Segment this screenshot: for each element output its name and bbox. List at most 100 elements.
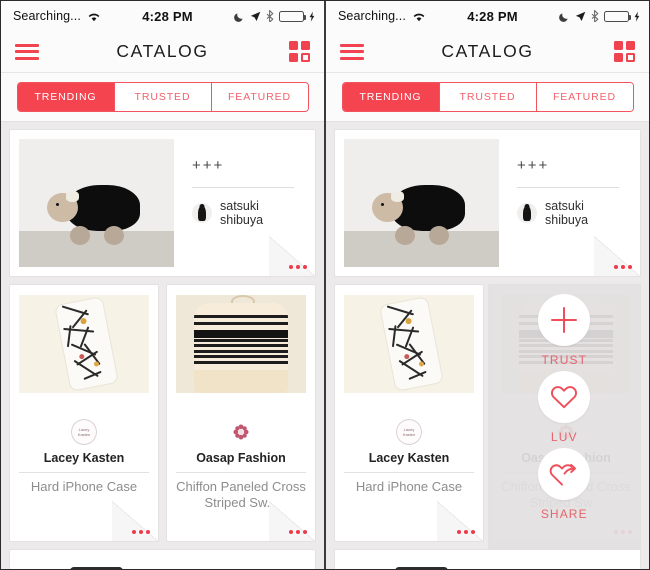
hero-user[interactable]: satsuki shibuya: [517, 199, 619, 227]
card-corner-fold: [437, 501, 483, 541]
battery-icon: [604, 10, 631, 22]
peek-card[interactable]: This beautiful: [9, 549, 316, 569]
product-card-oasap[interactable]: Oasap Fashion Chiffon Paneled Cross Stri…: [166, 284, 316, 542]
product-brand: Lacey Kasten: [368, 451, 450, 465]
action-overlay[interactable]: TRUST LUV SHARE: [487, 284, 641, 549]
hero-tags: +++: [192, 157, 225, 174]
share-button[interactable]: [538, 448, 591, 500]
flower-icon: [233, 424, 249, 440]
product-row: Lacey Kasten Lacey Kasten Hard iPhone Cas…: [334, 284, 641, 549]
lacey-kasten-logo: Lacey Kasten: [396, 419, 422, 445]
divider: [517, 187, 619, 188]
product-title: Chiffon Paneled Cross Striped Sw...: [176, 479, 306, 510]
nav-bar: CATALOG: [1, 31, 324, 73]
more-dots-icon[interactable]: [289, 265, 307, 269]
hero-user[interactable]: satsuki shibuya: [192, 199, 294, 227]
peek-card[interactable]: This beautiful: [334, 549, 641, 569]
hero-photo[interactable]: [19, 139, 174, 267]
hero-user-name: satsuki shibuya: [545, 199, 589, 227]
grid-view-icon[interactable]: [614, 41, 635, 62]
wifi-icon: [412, 11, 426, 22]
trust-button[interactable]: [538, 294, 591, 346]
tab-trusted[interactable]: TRUSTED: [114, 83, 212, 111]
nav-right: [589, 41, 635, 62]
phone-screen-left: Searching... 4:28 PM CATALOG TRENDING TR…: [1, 1, 325, 569]
clock-label: 4:28 PM: [142, 8, 193, 24]
bluetooth-icon: [591, 10, 599, 22]
tab-trusted[interactable]: TRUSTED: [439, 83, 537, 111]
segmented-control: TRENDING TRUSTED FEATURED: [341, 82, 634, 112]
avatar: [517, 203, 537, 223]
charging-bolt-icon: [309, 11, 315, 22]
status-bar: Searching... 4:28 PM: [1, 1, 324, 31]
product-row: Lacey Kasten Lacey Kasten Hard iPhone Cas…: [9, 284, 316, 549]
battery-icon: [279, 10, 306, 22]
tab-trending[interactable]: TRENDING: [342, 83, 440, 111]
hamburger-menu-icon[interactable]: [15, 43, 39, 60]
tab-trending[interactable]: TRENDING: [17, 83, 115, 111]
more-dots-icon[interactable]: [289, 530, 307, 534]
hero-card[interactable]: +++ satsuki shibuya: [9, 129, 316, 277]
card-corner-fold: [112, 501, 158, 541]
product-brand: Lacey Kasten: [43, 451, 125, 465]
peek-text: This beautiful: [174, 559, 306, 569]
hamburger-menu-icon[interactable]: [340, 43, 364, 60]
hero-user-name: satsuki shibuya: [220, 199, 264, 227]
location-arrow-icon: [250, 11, 261, 22]
dual-screenshot-stage: Searching... 4:28 PM CATALOG TRENDING TR…: [0, 0, 650, 570]
product-photo[interactable]: [344, 295, 474, 393]
product-photo[interactable]: [19, 295, 149, 393]
product-card-lacey[interactable]: Lacey Kasten Lacey Kasten Hard iPhone Cas…: [9, 284, 159, 542]
nav-bar: CATALOG: [326, 31, 649, 73]
grid-view-icon[interactable]: [289, 41, 310, 62]
segmented-control: TRENDING TRUSTED FEATURED: [16, 82, 309, 112]
luv-button[interactable]: [538, 371, 591, 423]
plus-icon: [551, 307, 578, 333]
luv-label: LUV: [550, 430, 578, 444]
status-bar-right: [518, 10, 640, 22]
moon-icon: [234, 11, 245, 22]
hero-tags: +++: [517, 157, 550, 174]
wifi-icon: [87, 11, 101, 22]
hero-meta: +++ satsuki shibuya: [174, 139, 306, 267]
peek-photo[interactable]: [344, 559, 499, 569]
page-title: CATALOG: [441, 41, 534, 61]
product-title: Hard iPhone Case: [355, 479, 463, 494]
status-bar: Searching... 4:28 PM: [326, 1, 649, 31]
product-photo[interactable]: [176, 295, 306, 393]
trust-label: TRUST: [541, 353, 587, 367]
tab-featured[interactable]: FEATURED: [211, 83, 308, 111]
tab-bar: TRENDING TRUSTED FEATURED: [1, 73, 324, 122]
status-bar-left: Searching...: [338, 9, 467, 23]
carrier-label: Searching...: [13, 9, 81, 23]
charging-bolt-icon: [634, 11, 640, 22]
product-brand: Oasap Fashion: [196, 451, 286, 465]
divider: [19, 472, 149, 473]
luv-action[interactable]: LUV: [538, 371, 591, 444]
tab-featured[interactable]: FEATURED: [536, 83, 633, 111]
product-title: Hard iPhone Case: [30, 479, 138, 494]
heart-icon: [551, 386, 578, 409]
more-dots-icon[interactable]: [614, 265, 632, 269]
heart-share-arrow-icon: [549, 463, 577, 486]
trust-action[interactable]: TRUST: [538, 294, 591, 367]
tab-bar: TRENDING TRUSTED FEATURED: [326, 73, 649, 122]
page-title: CATALOG: [116, 41, 209, 61]
more-dots-icon[interactable]: [457, 530, 475, 534]
feed-list[interactable]: +++ satsuki shibuya Lacey Kasten Lacey K…: [326, 122, 649, 569]
hero-card[interactable]: +++ satsuki shibuya: [334, 129, 641, 277]
product-card-lacey[interactable]: Lacey Kasten Lacey Kasten Hard iPhone Cas…: [334, 284, 484, 542]
peek-photo[interactable]: [19, 559, 174, 569]
divider: [176, 472, 306, 473]
nav-left: [340, 43, 386, 60]
location-arrow-icon: [575, 11, 586, 22]
bluetooth-icon: [266, 10, 274, 22]
avatar: [192, 203, 212, 223]
feed-list[interactable]: +++ satsuki shibuya Lacey Kasten Lacey K…: [1, 122, 324, 569]
share-action[interactable]: SHARE: [538, 448, 591, 521]
more-dots-icon[interactable]: [132, 530, 150, 534]
clock-label: 4:28 PM: [467, 8, 518, 24]
divider: [344, 472, 474, 473]
share-label: SHARE: [540, 507, 588, 521]
hero-photo[interactable]: [344, 139, 499, 267]
